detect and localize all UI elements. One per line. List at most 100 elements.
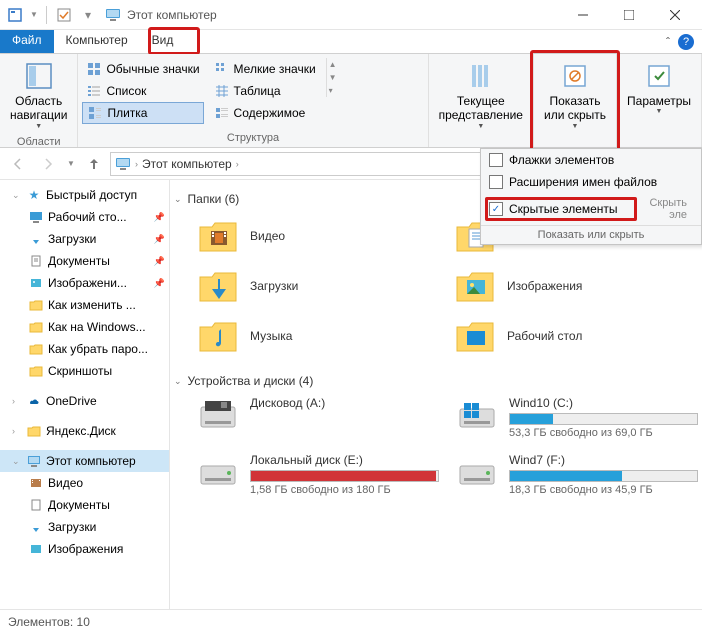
nav-history-button[interactable]: ▼ [64, 150, 78, 178]
layout-small-icon [214, 61, 230, 77]
ribbon-collapse-icon[interactable]: ˆ [666, 35, 670, 49]
layout-table[interactable]: Таблица [210, 80, 320, 102]
dropdown-item-checkboxes[interactable]: Флажки элементов [481, 149, 701, 171]
checkbox-checked-icon[interactable]: ✓ [489, 202, 503, 216]
qat-overflow-icon[interactable]: ▾ [77, 4, 99, 26]
tab-computer[interactable]: Компьютер [54, 30, 140, 53]
layout-tiles[interactable]: Плитка [82, 102, 203, 124]
qat-checkbox-icon[interactable] [53, 4, 75, 26]
expand-icon[interactable]: › [12, 396, 22, 406]
options-button[interactable]: Параметры ▼ [621, 56, 697, 121]
qat-dropdown-icon[interactable]: ▼ [28, 4, 40, 26]
this-pc-icon [115, 156, 131, 172]
layout-scroll-down-icon[interactable]: ▼ [327, 71, 339, 84]
options-label: Параметры [627, 94, 691, 108]
tree-pictures-2[interactable]: Изображения [0, 538, 169, 560]
tree-desktop[interactable]: Рабочий сто...📌 [0, 206, 169, 228]
folder-desktop-icon [453, 314, 497, 358]
drive-e[interactable]: Локальный диск (E:) 1,58 ГБ свободно из … [196, 453, 439, 496]
nav-up-button[interactable] [80, 150, 108, 178]
titlebar: ▼ ▾ Этот компьютер [0, 0, 702, 30]
tree-onedrive[interactable]: ›OneDrive [0, 390, 169, 412]
current-view-icon [465, 60, 497, 92]
navigation-pane-icon [23, 60, 55, 92]
minimize-button[interactable] [560, 0, 606, 30]
downloads-icon [28, 519, 44, 535]
navigation-pane-button[interactable]: Область навигации ▼ [4, 56, 73, 135]
tree-downloads[interactable]: Загрузки📌 [0, 228, 169, 250]
close-button[interactable] [652, 0, 698, 30]
drive-windows-icon [455, 396, 499, 436]
layout-scroll-up-icon[interactable]: ▲ [327, 58, 339, 71]
layout-tiles-icon [87, 105, 103, 121]
pin-icon: 📌 [154, 256, 165, 267]
layout-content[interactable]: Содержимое [210, 102, 320, 124]
drive-f[interactable]: Wind7 (F:) 18,3 ГБ свободно из 45,9 ГБ [455, 453, 698, 496]
tree-how-change[interactable]: Как изменить ... [0, 294, 169, 316]
tree-downloads-2[interactable]: Загрузки [0, 516, 169, 538]
expand-icon[interactable]: › [12, 426, 22, 436]
tree-how-windows[interactable]: Как на Windows... [0, 316, 169, 338]
help-icon[interactable]: ? [678, 34, 694, 50]
tree-screenshots[interactable]: Скриншоты [0, 360, 169, 382]
show-hide-icon [559, 60, 591, 92]
dropdown-file-extensions[interactable]: Расширения имен файлов [481, 171, 701, 193]
checkbox-unchecked-icon[interactable] [489, 175, 503, 189]
show-hide-button[interactable]: Показать или скрыть ▼ [538, 56, 612, 135]
breadcrumb-sep-icon[interactable]: › [236, 159, 239, 169]
nav-forward-button[interactable] [34, 150, 62, 178]
tree-documents[interactable]: Документы📌 [0, 250, 169, 272]
tab-view[interactable]: Вид [140, 30, 186, 53]
ribbon-group-current-view: Текущее представление ▼ [429, 54, 534, 147]
drive-usage-bar [509, 470, 698, 482]
documents-icon [28, 497, 44, 513]
expand-icon[interactable]: ⌄ [12, 456, 22, 467]
window-title: Этот компьютер [127, 8, 560, 22]
layout-list-icon [86, 83, 102, 99]
folder-video[interactable]: Видео [196, 214, 441, 258]
tree-documents-2[interactable]: Документы [0, 494, 169, 516]
layout-list[interactable]: Список [82, 80, 203, 102]
tree-how-remove[interactable]: Как убрать паро... [0, 338, 169, 360]
tree-quick-access[interactable]: ⌄★Быстрый доступ [0, 184, 169, 206]
qat-properties-icon[interactable] [4, 4, 26, 26]
tab-file[interactable]: Файл [0, 30, 54, 53]
layout-more-icon[interactable]: ▾ [327, 84, 339, 97]
checkbox-unchecked-icon[interactable] [489, 153, 503, 167]
tree-pictures[interactable]: Изображени...📌 [0, 272, 169, 294]
section-drives-header[interactable]: ⌄ Устройства и диски (4) [174, 370, 698, 392]
layout-selector: Обычные значки Мелкие значки Список Табл… [82, 58, 319, 124]
ribbon-tabs: Файл Компьютер Вид ˆ ? [0, 30, 702, 54]
folder-music-icon [196, 314, 240, 358]
maximize-button[interactable] [606, 0, 652, 30]
breadcrumb-sep-icon[interactable]: › [135, 159, 138, 169]
folder-icon [28, 363, 44, 379]
tree-this-pc[interactable]: ⌄Этот компьютер [0, 450, 169, 472]
dropdown-hidden-items[interactable]: ✓ Скрытые элементы Скрыть эле [481, 193, 701, 225]
desktop-icon [28, 209, 44, 225]
quick-access-toolbar: ▼ ▾ [4, 4, 99, 26]
layout-small-icons[interactable]: Мелкие значки [210, 58, 320, 80]
drive-floppy-a[interactable]: Дисковод (A:) [196, 396, 439, 439]
status-bar: Элементов: 10 [0, 609, 702, 633]
tree-video[interactable]: Видео [0, 472, 169, 494]
drive-c[interactable]: Wind10 (C:) 53,3 ГБ свободно из 69,0 ГБ [455, 396, 698, 439]
expand-icon[interactable]: ⌄ [12, 190, 22, 201]
ribbon-group-options: Параметры ▼ [617, 54, 702, 147]
current-view-button[interactable]: Текущее представление ▼ [433, 56, 529, 135]
folder-music[interactable]: Музыка [196, 314, 441, 358]
chevron-down-icon: ⌄ [174, 194, 182, 205]
layout-content-icon [214, 105, 230, 121]
folder-pictures[interactable]: Изображения [453, 264, 698, 308]
tree-yandex-disk[interactable]: ›Яндекс.Диск [0, 420, 169, 442]
layout-scroll: ▲ ▼ ▾ [326, 58, 339, 97]
pin-icon: 📌 [154, 234, 165, 245]
layout-normal-icons[interactable]: Обычные значки [82, 58, 203, 80]
breadcrumb-location[interactable]: Этот компьютер [142, 157, 232, 171]
ribbon-help: ˆ ? [666, 30, 702, 53]
dropdown-arrow-icon: ▼ [656, 108, 663, 116]
pin-icon: 📌 [154, 278, 165, 289]
nav-back-button[interactable] [4, 150, 32, 178]
folder-downloads[interactable]: Загрузки [196, 264, 441, 308]
folder-desktop[interactable]: Рабочий стол [453, 314, 698, 358]
